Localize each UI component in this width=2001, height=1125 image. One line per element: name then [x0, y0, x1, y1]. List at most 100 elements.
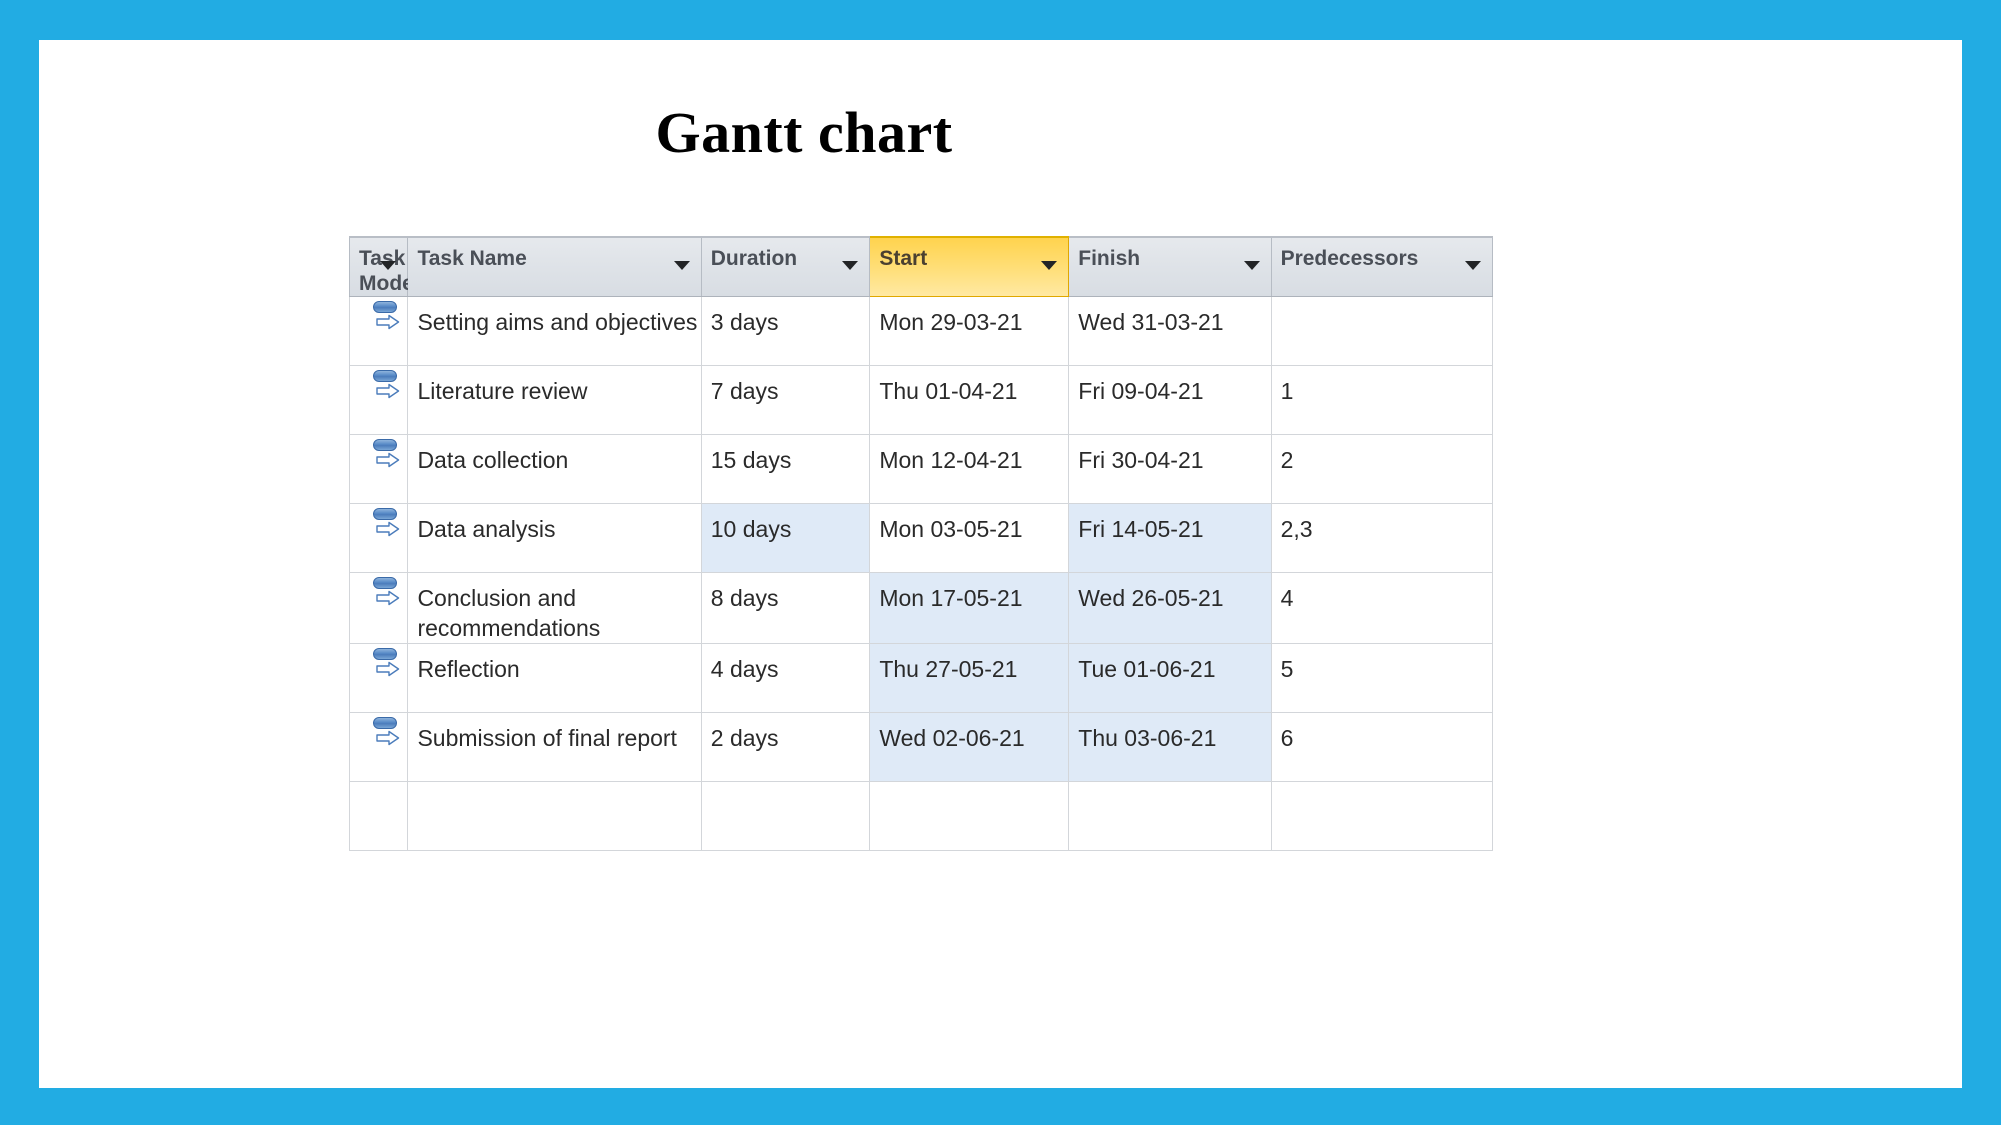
column-header-duration[interactable]: Duration	[701, 236, 871, 297]
cell-predecessors[interactable]: 4	[1271, 572, 1494, 644]
table-row[interactable]: Submission of final report 2 days Wed 02-0…	[348, 712, 1494, 782]
cell-duration[interactable]: 3 days	[701, 296, 871, 366]
schedule-bar-shape	[373, 508, 397, 520]
cell-duration-text: 2 days	[710, 725, 779, 751]
cell-task-mode[interactable]	[348, 643, 409, 713]
cell-task-name[interactable]: Literature review	[407, 365, 702, 435]
chevron-down-icon[interactable]	[1465, 261, 1481, 270]
cell-task-mode[interactable]	[348, 503, 409, 573]
column-header-predecessors[interactable]: Predecessors	[1271, 236, 1494, 297]
cell-duration-text: 4 days	[710, 656, 779, 682]
schedule-bar-shape	[373, 301, 397, 313]
table-row[interactable]: Conclusion and recommendations 8 days Mon …	[348, 572, 1494, 644]
chevron-down-icon[interactable]	[842, 261, 859, 270]
cell-task-name-text: Data analysis	[417, 516, 556, 542]
auto-scheduled-icon[interactable]	[371, 439, 405, 473]
table-body: Setting aims and objectives 3 days Mon 29-…	[348, 296, 1494, 851]
table-row[interactable]: Literature review 7 days Thu 01-04-21 Fri 0…	[348, 365, 1494, 435]
auto-scheduled-icon[interactable]	[371, 648, 405, 682]
cell-predecessors[interactable]: 5	[1271, 643, 1494, 713]
auto-scheduled-icon[interactable]	[371, 508, 405, 542]
chevron-down-icon[interactable]	[1243, 261, 1260, 270]
cell-duration-text: 7 days	[710, 378, 779, 404]
column-header-task-name-label: Task Name	[417, 247, 527, 270]
column-header-finish[interactable]: Finish	[1068, 236, 1272, 297]
cell-task-name[interactable]: Conclusion and recommendations	[407, 572, 702, 644]
cell-finish[interactable]: Thu 03-06-21	[1068, 712, 1272, 782]
chevron-down-icon[interactable]	[673, 261, 690, 270]
cell-empty[interactable]	[869, 781, 1070, 851]
cell-finish[interactable]: Fri 09-04-21	[1068, 365, 1272, 435]
cell-task-name[interactable]: Data analysis	[407, 503, 702, 573]
cell-start[interactable]: Thu 01-04-21	[869, 365, 1070, 435]
cell-duration[interactable]: 8 days	[701, 572, 871, 644]
project-task-table: Task Mode Task Name Duration Start Finis…	[348, 236, 1494, 851]
cell-start[interactable]: Mon 29-03-21	[869, 296, 1070, 366]
cell-predecessors-text	[1281, 297, 1492, 307]
auto-scheduled-icon[interactable]	[371, 370, 405, 404]
cell-finish-text: Tue 01-06-21	[1078, 656, 1216, 682]
table-row[interactable]: Data analysis 10 days Mon 03-05-21 Fri 14-0…	[348, 503, 1494, 573]
cell-duration[interactable]: 7 days	[701, 365, 871, 435]
cell-predecessors-text: 4	[1280, 585, 1294, 611]
auto-scheduled-icon[interactable]	[371, 717, 405, 751]
cell-duration[interactable]: 10 days	[701, 503, 871, 573]
table-row[interactable]: Reflection 4 days Thu 27-05-21 Tue 01-06-21…	[348, 643, 1494, 713]
cell-start[interactable]: Wed 02-06-21	[869, 712, 1070, 782]
column-header-task-name[interactable]: Task Name	[407, 236, 702, 297]
schedule-bar-shape	[373, 439, 397, 451]
auto-scheduled-icon[interactable]	[371, 577, 405, 611]
table-row[interactable]: Data collection 15 days Mon 12-04-21 Fri 30…	[348, 434, 1494, 504]
cell-predecessors[interactable]: 2	[1271, 434, 1494, 504]
cell-finish[interactable]: Wed 26-05-21	[1068, 572, 1272, 644]
cell-task-mode[interactable]	[348, 296, 409, 366]
cell-task-name[interactable]: Submission of final report	[407, 712, 702, 782]
cell-task-mode[interactable]	[348, 572, 409, 644]
chevron-down-icon[interactable]	[380, 261, 397, 270]
cell-task-name[interactable]: Data collection	[407, 434, 702, 504]
cell-task-mode[interactable]	[348, 365, 409, 435]
cell-duration[interactable]: 15 days	[701, 434, 871, 504]
cell-empty[interactable]	[1068, 781, 1272, 851]
column-header-start[interactable]: Start	[869, 236, 1070, 297]
cell-start[interactable]: Thu 27-05-21	[869, 643, 1070, 713]
cell-start-text: Mon 03-05-21	[879, 516, 1023, 542]
table-row-empty[interactable]	[348, 781, 1494, 851]
page-title: Gantt chart	[655, 100, 953, 165]
cell-predecessors[interactable]: 2,3	[1271, 503, 1494, 573]
cell-empty[interactable]	[701, 781, 871, 851]
chevron-down-icon[interactable]	[1041, 261, 1058, 270]
cell-start-text: Mon 17-05-21	[879, 585, 1023, 611]
cell-predecessors-text: 2,3	[1280, 516, 1313, 542]
cell-start[interactable]: Mon 17-05-21	[869, 572, 1070, 644]
cell-finish[interactable]: Tue 01-06-21	[1068, 643, 1272, 713]
auto-scheduled-icon[interactable]	[371, 301, 405, 335]
cell-predecessors-text: 6	[1280, 725, 1294, 751]
cell-finish[interactable]: Fri 30-04-21	[1068, 434, 1272, 504]
cell-empty[interactable]	[407, 781, 702, 851]
cell-start[interactable]: Mon 12-04-21	[869, 434, 1070, 504]
cell-task-name[interactable]: Setting aims and objectives	[407, 296, 702, 366]
cell-predecessors-text: 5	[1280, 656, 1294, 682]
task-grid: Task Mode Task Name Duration Start Finis…	[348, 236, 1494, 851]
cell-task-name[interactable]: Reflection	[407, 643, 702, 713]
cell-duration-text: 15 days	[710, 447, 792, 473]
cell-start[interactable]: Mon 03-05-21	[869, 503, 1070, 573]
cell-task-mode[interactable]	[348, 712, 409, 782]
cell-task-mode[interactable]	[348, 434, 409, 504]
cell-empty[interactable]	[1271, 781, 1494, 851]
cell-finish[interactable]: Fri 14-05-21	[1068, 503, 1272, 573]
column-header-finish-label: Finish	[1078, 247, 1141, 270]
cell-duration[interactable]: 4 days	[701, 643, 871, 713]
cell-predecessors[interactable]: 6	[1271, 712, 1494, 782]
cell-predecessors[interactable]: 1	[1271, 365, 1494, 435]
cell-duration-text: 10 days	[710, 516, 792, 542]
cell-duration[interactable]: 2 days	[701, 712, 871, 782]
column-header-task-mode[interactable]: Task Mode	[348, 236, 414, 297]
schedule-bar-shape	[373, 717, 397, 729]
cell-predecessors[interactable]	[1271, 296, 1494, 366]
column-header-predecessors-label: Predecessors	[1280, 247, 1419, 270]
cell-empty[interactable]	[348, 781, 409, 851]
cell-finish[interactable]: Wed 31-03-21	[1068, 296, 1272, 366]
table-row[interactable]: Setting aims and objectives 3 days Mon 29-…	[348, 296, 1494, 366]
